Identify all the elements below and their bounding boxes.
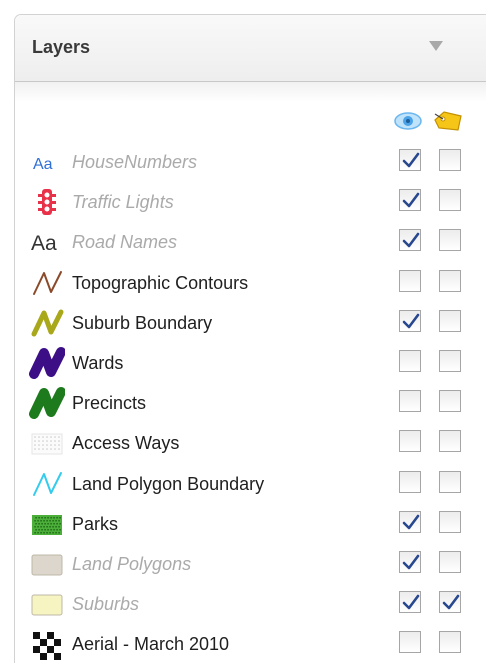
layer-row[interactable]: Aa Road Names [15,222,486,262]
collapse-arrow-icon[interactable] [429,41,443,51]
label-checkbox[interactable] [439,591,461,614]
label-checkbox[interactable] [439,510,461,533]
layer-row[interactable]: Precincts [15,383,486,423]
eye-icon[interactable] [393,108,423,134]
label-checkbox[interactable] [439,229,461,252]
layers-panel: Layers Aa HouseNumbers Traffic Lights Aa Ro… [14,14,486,663]
layer-name[interactable]: Land Polygons [72,554,191,574]
layer-symbol-icon [29,346,65,380]
layer-name[interactable]: Access Ways [72,433,179,453]
layer-name[interactable]: Aerial - March 2010 [72,634,229,654]
visibility-checkbox[interactable] [399,189,421,212]
visibility-checkbox[interactable] [399,631,421,654]
layer-name[interactable]: Road Names [72,232,177,252]
layer-name[interactable]: Parks [72,514,118,534]
layer-row[interactable]: Access Ways [15,423,486,463]
panel-title: Layers [32,37,91,57]
layer-symbol-icon [29,467,65,501]
label-checkbox[interactable] [439,149,461,171]
layer-symbol-icon [29,306,65,340]
visibility-checkbox[interactable] [399,551,421,573]
layer-name[interactable]: HouseNumbers [72,152,197,172]
layer-row[interactable]: Suburb Boundary [15,303,486,343]
panel-header[interactable]: Layers [15,15,486,82]
visibility-checkbox[interactable] [399,470,421,493]
layer-row[interactable]: Traffic Lights [15,182,486,222]
layer-symbol-icon [29,507,65,541]
label-checkbox[interactable] [439,189,461,212]
layer-row[interactable]: Parks [15,504,486,544]
layer-symbol-icon [29,627,65,661]
layer-row[interactable]: Aerial - March 2010 [15,624,486,663]
visibility-checkbox[interactable] [399,309,421,332]
layer-symbol-icon [29,386,65,420]
layer-name[interactable]: Land Polygon Boundary [72,474,264,494]
layer-row[interactable]: Land Polygons [15,544,486,584]
layer-symbol-icon [29,547,65,581]
visibility-checkbox[interactable] [399,430,421,453]
layer-symbol-icon [29,185,65,219]
visibility-checkbox[interactable] [399,269,421,292]
label-checkbox[interactable] [439,430,461,453]
visibility-checkbox[interactable] [399,229,421,252]
label-tag-icon[interactable] [431,108,462,134]
header-shadow [15,82,486,102]
layer-symbol-icon: Aa [29,225,65,259]
label-checkbox[interactable] [439,390,461,413]
visibility-checkbox[interactable] [399,350,421,372]
label-checkbox[interactable] [439,470,461,493]
layer-symbol-icon [29,266,65,300]
layer-symbol-icon [29,587,65,621]
layer-symbol-icon: Aa [29,145,65,179]
label-checkbox[interactable] [439,631,461,654]
svg-text:Aa: Aa [33,156,53,173]
layer-name[interactable]: Suburb Boundary [72,313,212,333]
visibility-checkbox[interactable] [399,591,421,614]
visibility-checkbox[interactable] [399,149,421,171]
layer-row[interactable]: Wards [15,343,486,383]
label-checkbox[interactable] [439,350,461,372]
visibility-checkbox[interactable] [399,510,421,533]
layer-name[interactable]: Wards [72,353,123,373]
layer-name[interactable]: Precincts [72,393,146,413]
layer-row[interactable]: Land Polygon Boundary [15,464,486,504]
svg-text:Aa: Aa [31,232,57,255]
layer-row[interactable]: Topographic Contours [15,263,486,303]
visibility-checkbox[interactable] [399,390,421,413]
layer-name[interactable]: Topographic Contours [72,273,248,293]
label-checkbox[interactable] [439,269,461,292]
label-checkbox[interactable] [439,309,461,332]
layer-row[interactable]: Aa HouseNumbers [15,142,486,182]
layer-row[interactable]: Suburbs [15,584,486,624]
layer-symbol-icon [29,426,65,460]
layer-name[interactable]: Suburbs [72,594,139,614]
layer-name[interactable]: Traffic Lights [72,192,174,212]
label-checkbox[interactable] [439,551,461,573]
